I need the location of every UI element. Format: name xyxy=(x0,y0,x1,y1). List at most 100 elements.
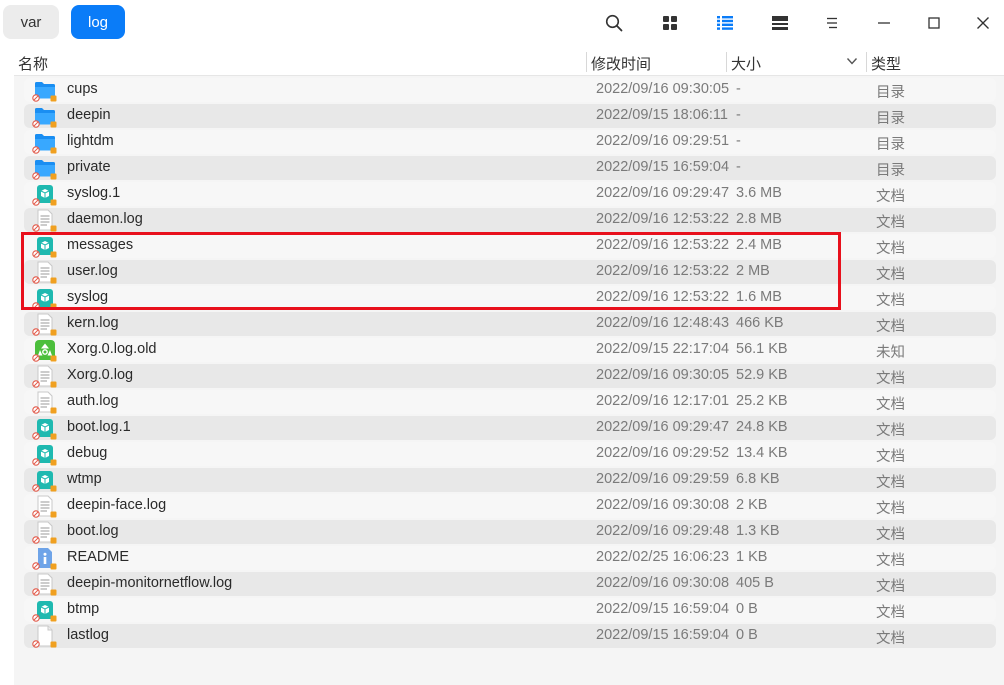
file-size: 1.3 KB xyxy=(736,523,780,539)
file-row[interactable]: auth.log 2022/09/16 12:17:01 25.2 KB 文档 xyxy=(24,390,996,414)
file-modified: 2022/09/16 09:29:48 xyxy=(596,523,730,539)
file-size: 2 KB xyxy=(736,497,768,513)
split-view-icon[interactable] xyxy=(766,9,794,37)
file-size: 13.4 KB xyxy=(736,445,788,461)
file-size: 0 B xyxy=(736,627,758,643)
file-modified: 2022/09/16 12:48:43 xyxy=(596,315,730,331)
file-row[interactable]: syslog 2022/09/16 12:53:22 1.6 MB 文档 xyxy=(24,286,996,310)
folder-icon xyxy=(32,157,57,180)
file-name: messages xyxy=(67,237,134,253)
file-name: deepin xyxy=(67,107,111,123)
file-modified: 2022/09/16 09:30:05 xyxy=(596,81,730,97)
file-size: - xyxy=(736,107,741,123)
column-type-header[interactable]: 类型 xyxy=(871,53,901,74)
file-name: user.log xyxy=(67,263,118,279)
file-row[interactable]: messages 2022/09/16 12:53:22 2.4 MB 文档 xyxy=(24,234,996,258)
file-name: deepin-face.log xyxy=(67,497,167,513)
text-file-icon xyxy=(32,391,57,414)
file-modified: 2022/09/16 09:29:52 xyxy=(596,445,730,461)
file-size: 56.1 KB xyxy=(736,341,788,357)
file-type: 目录 xyxy=(876,137,905,153)
text-file-icon xyxy=(32,261,57,284)
file-type: 文档 xyxy=(876,267,905,283)
file-modified: 2022/02/25 16:06:23 xyxy=(596,549,730,565)
file-size: 24.8 KB xyxy=(736,419,788,435)
column-modified-header[interactable]: 修改时间 xyxy=(591,53,651,74)
file-row[interactable]: kern.log 2022/09/16 12:48:43 466 KB 文档 xyxy=(24,312,996,336)
file-row[interactable]: private 2022/09/15 16:59:04- 目录 xyxy=(24,156,996,180)
file-size: 3.6 MB xyxy=(736,185,782,201)
maximize-icon[interactable] xyxy=(920,9,948,37)
package-file-icon xyxy=(32,417,57,440)
file-name: boot.log xyxy=(67,523,119,539)
package-file-icon xyxy=(32,287,57,310)
file-type: 文档 xyxy=(876,475,905,491)
file-size: 2.4 MB xyxy=(736,237,782,253)
file-row[interactable]: daemon.log 2022/09/16 12:53:22 2.8 MB 文档 xyxy=(24,208,996,232)
blank-file-icon xyxy=(32,625,57,648)
file-name: deepin-monitornetflow.log xyxy=(67,575,233,591)
file-name: cups xyxy=(67,81,98,97)
breadcrumb-log[interactable]: log xyxy=(71,5,125,39)
recycle-file-icon xyxy=(32,339,57,362)
file-row[interactable]: boot.log 2022/09/16 09:29:48 1.3 KB 文档 xyxy=(24,520,996,544)
file-row[interactable]: deepin 2022/09/15 18:06:11- 目录 xyxy=(24,104,996,128)
file-modified: 2022/09/15 18:06:11 xyxy=(596,107,728,123)
column-divider[interactable] xyxy=(586,52,587,72)
file-name: daemon.log xyxy=(67,211,143,227)
file-modified: 2022/09/15 22:17:04 xyxy=(596,341,730,357)
file-row[interactable]: wtmp 2022/09/16 09:29:59 6.8 KB 文档 xyxy=(24,468,996,492)
file-row[interactable]: lightdm 2022/09/16 09:29:51- 目录 xyxy=(24,130,996,154)
file-row[interactable]: Xorg.0.log.old 2022/09/15 22:17:04 56.1 KB… xyxy=(24,338,996,362)
file-name: lightdm xyxy=(67,133,114,149)
breadcrumb-var[interactable]: var xyxy=(3,5,59,39)
file-row[interactable]: deepin-face.log 2022/09/16 09:30:08 2 KB 文档 xyxy=(24,494,996,518)
file-type: 目录 xyxy=(876,85,905,101)
file-row[interactable]: btmp 2022/09/15 16:59:04 0 B 文档 xyxy=(24,598,996,622)
close-icon[interactable] xyxy=(969,9,997,37)
file-size: 6.8 KB xyxy=(736,471,780,487)
file-size: 1 KB xyxy=(736,549,768,565)
file-size: - xyxy=(736,159,741,175)
file-name: Xorg.0.log.old xyxy=(67,341,157,357)
file-type: 文档 xyxy=(876,423,905,439)
file-modified: 2022/09/16 09:30:08 xyxy=(596,497,730,513)
file-row[interactable]: cups 2022/09/16 09:30:05- 目录 xyxy=(24,78,996,102)
file-type: 文档 xyxy=(876,293,905,309)
column-divider[interactable] xyxy=(866,52,867,72)
file-size: 2.8 MB xyxy=(736,211,782,227)
file-row[interactable]: Xorg.0.log 2022/09/16 09:30:05 52.9 KB 文档 xyxy=(24,364,996,388)
file-modified: 2022/09/16 09:29:47 xyxy=(596,185,730,201)
file-row[interactable]: debug 2022/09/16 09:29:52 13.4 KB 文档 xyxy=(24,442,996,466)
file-type: 文档 xyxy=(876,605,905,621)
search-icon[interactable] xyxy=(600,9,628,37)
minimize-icon[interactable] xyxy=(870,9,898,37)
folder-icon xyxy=(32,79,57,102)
file-row[interactable]: deepin-monitornetflow.log 2022/09/16 09:3… xyxy=(24,572,996,596)
menu-icon[interactable] xyxy=(818,9,846,37)
column-size-header[interactable]: 大小 xyxy=(731,53,761,74)
sort-chevron-down-icon[interactable] xyxy=(846,54,858,71)
file-row[interactable]: README 2022/02/25 16:06:23 1 KB 文档 xyxy=(24,546,996,570)
folder-icon xyxy=(32,105,57,128)
list-view-icon[interactable] xyxy=(711,9,739,37)
file-size: - xyxy=(736,133,741,149)
info-file-icon xyxy=(32,547,57,570)
file-name: lastlog xyxy=(67,627,109,643)
text-file-icon xyxy=(32,209,57,232)
file-row[interactable]: lastlog 2022/09/15 16:59:04 0 B 文档 xyxy=(24,624,996,648)
grid-view-icon[interactable] xyxy=(656,9,684,37)
file-size: - xyxy=(736,81,741,97)
file-modified: 2022/09/16 12:53:22 xyxy=(596,263,730,279)
file-name: debug xyxy=(67,445,108,461)
column-divider[interactable] xyxy=(726,52,727,72)
file-row[interactable]: syslog.1 2022/09/16 09:29:47 3.6 MB 文档 xyxy=(24,182,996,206)
file-type: 未知 xyxy=(876,345,905,361)
file-type: 文档 xyxy=(876,579,905,595)
file-modified: 2022/09/16 09:29:59 xyxy=(596,471,730,487)
text-file-icon xyxy=(32,495,57,518)
column-name-header[interactable]: 名称 xyxy=(18,53,48,74)
file-row[interactable]: boot.log.1 2022/09/16 09:29:47 24.8 KB 文档 xyxy=(24,416,996,440)
file-row[interactable]: user.log 2022/09/16 12:53:22 2 MB 文档 xyxy=(24,260,996,284)
text-file-icon xyxy=(32,573,57,596)
